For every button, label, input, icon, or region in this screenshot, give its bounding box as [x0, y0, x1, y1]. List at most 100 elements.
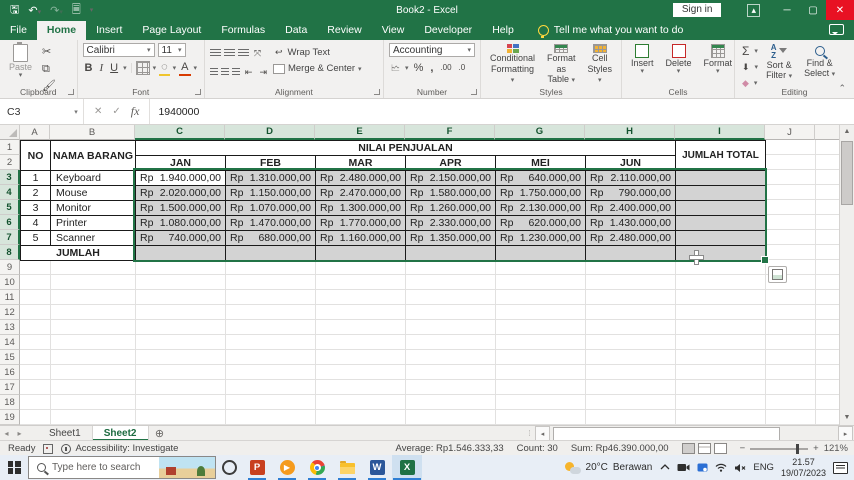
autosum-icon[interactable]: Σ	[740, 44, 751, 58]
sheet-tab-sheet1[interactable]: Sheet1	[38, 426, 93, 441]
cell-D4[interactable]: Rp 1.150.000,00	[226, 186, 316, 201]
macro-record-icon[interactable]	[43, 443, 54, 454]
column-header-C[interactable]: C	[135, 125, 225, 140]
font-dialog-launcher[interactable]	[194, 89, 201, 95]
alignment-dialog-launcher[interactable]	[374, 89, 380, 95]
cell-G7[interactable]: Rp 1.230.000,00	[496, 231, 586, 246]
cell-H3[interactable]: Rp 2.110.000,00	[586, 171, 676, 186]
header-nama-barang[interactable]: NAMA BARANG	[51, 141, 136, 171]
cell-F3[interactable]: Rp 2.150.000,00	[406, 171, 496, 186]
restore-button[interactable]: ▢	[800, 0, 826, 20]
sign-in-button[interactable]: Sign in	[672, 3, 722, 17]
row-header-12[interactable]: 12	[0, 305, 20, 320]
align-middle-icon[interactable]	[223, 49, 235, 57]
close-button[interactable]: ✕	[826, 0, 854, 20]
accounting-format-icon[interactable]: 🗠	[389, 61, 402, 75]
sheet-tab-sheet2[interactable]: Sheet2	[92, 426, 149, 441]
row-header-9[interactable]: 9	[0, 260, 20, 275]
row-header-5[interactable]: 5	[0, 200, 20, 215]
column-header-F[interactable]: F	[405, 125, 495, 140]
cell-F8[interactable]	[406, 246, 496, 261]
row-header-11[interactable]: 11	[0, 290, 20, 305]
horizontal-scroll-thumb[interactable]	[553, 427, 780, 441]
cell-A4[interactable]: 2	[21, 186, 51, 201]
cell-C6[interactable]: Rp 1.080.000,00	[136, 216, 226, 231]
cell-B7[interactable]: Scanner	[51, 231, 136, 246]
page-layout-view-icon[interactable]	[697, 443, 711, 454]
zoom-out-icon[interactable]: −	[740, 443, 746, 454]
font-name-select[interactable]: Calibri ▾	[82, 43, 155, 57]
cell-D6[interactable]: Rp 1.470.000,00	[226, 216, 316, 231]
ribbon-tab-formulas[interactable]: Formulas	[211, 21, 275, 40]
row-header-13[interactable]: 13	[0, 320, 20, 335]
redo-icon[interactable]: ↷▾	[50, 4, 63, 17]
increase-decimal-icon[interactable]: .00	[438, 61, 453, 75]
ribbon-tab-developer[interactable]: Developer	[414, 21, 482, 40]
column-header-H[interactable]: H	[585, 125, 675, 140]
underline-button[interactable]: U	[108, 61, 120, 75]
row-header-17[interactable]: 17	[0, 380, 20, 395]
zoom-in-icon[interactable]: +	[813, 443, 819, 454]
fill-icon[interactable]: ⬇	[740, 60, 752, 74]
paste-button[interactable]: Paste ▾	[5, 42, 36, 86]
taskbar-clock[interactable]: 21.57 19/07/2023	[781, 457, 826, 478]
cell-I6[interactable]	[676, 216, 766, 231]
insert-function-icon[interactable]: fx	[131, 104, 140, 119]
cell-jumlah-label[interactable]: JUMLAH	[21, 246, 136, 261]
save-icon[interactable]: 🖫	[10, 1, 19, 20]
header-nilai-penjualan[interactable]: NILAI PENJUALAN	[136, 141, 676, 156]
header-month-jan[interactable]: JAN	[136, 156, 226, 171]
taskbar-excel[interactable]: X	[392, 455, 422, 480]
cell-C7[interactable]: Rp 740.000,00	[136, 231, 226, 246]
next-sheet-icon[interactable]: ▸	[13, 426, 26, 441]
cell-F7[interactable]: Rp 1.350.000,00	[406, 231, 496, 246]
action-center-icon[interactable]	[833, 461, 848, 474]
cell-I3[interactable]	[676, 171, 766, 186]
cell-styles-button[interactable]: Cell Styles ▾	[584, 43, 617, 86]
find-select-button[interactable]: Find & Select ▾	[800, 43, 839, 86]
ribbon-tab-review[interactable]: Review	[317, 21, 371, 40]
header-no[interactable]: NO	[21, 141, 51, 171]
number-dialog-launcher[interactable]	[471, 89, 477, 95]
cell-G4[interactable]: Rp 1.750.000,00	[496, 186, 586, 201]
cell-B5[interactable]: Monitor	[51, 201, 136, 216]
share-comment-icon[interactable]	[829, 24, 844, 35]
cell-A6[interactable]: 4	[21, 216, 51, 231]
zoom-level[interactable]: 121%	[824, 443, 848, 454]
scroll-right-icon[interactable]: ▸	[838, 426, 853, 441]
select-all-corner[interactable]	[0, 125, 20, 140]
cell-B3[interactable]: Keyboard	[51, 171, 136, 186]
row-header-10[interactable]: 10	[0, 275, 20, 290]
cell-G6[interactable]: Rp 620.000,00	[496, 216, 586, 231]
percent-style-icon[interactable]: %	[412, 61, 426, 75]
taskbar-chrome[interactable]	[302, 455, 332, 480]
minimize-button[interactable]: ─	[774, 0, 800, 20]
cell-A3[interactable]: 1	[21, 171, 51, 186]
format-as-table-button[interactable]: Format as Table ▾	[543, 43, 580, 86]
zoom-slider[interactable]	[750, 443, 809, 454]
zoom-slider-handle[interactable]	[796, 443, 800, 454]
volume-muted-icon[interactable]	[734, 463, 746, 473]
horizontal-scrollbar[interactable]	[551, 427, 837, 441]
network-icon[interactable]	[715, 463, 727, 472]
language-indicator[interactable]: ENG	[753, 462, 774, 473]
row-header-19[interactable]: 19	[0, 410, 20, 425]
cell-I5[interactable]	[676, 201, 766, 216]
quick-analysis-button[interactable]	[768, 266, 787, 283]
cell-H4[interactable]: Rp 790.000,00	[586, 186, 676, 201]
ribbon-tab-page-layout[interactable]: Page Layout	[132, 21, 211, 40]
insert-cells-button[interactable]: Insert ▾	[627, 43, 658, 86]
font-color-icon[interactable]: A	[179, 60, 191, 76]
cell-I4[interactable]	[676, 186, 766, 201]
cell-E7[interactable]: Rp 1.160.000,00	[316, 231, 406, 246]
column-header-G[interactable]: G	[495, 125, 585, 140]
copy-icon[interactable]: ⧉	[40, 62, 58, 76]
cell-C8[interactable]	[136, 246, 226, 261]
screen-recorder-icon[interactable]	[677, 463, 690, 472]
row-header-1[interactable]: 1	[0, 140, 20, 155]
row-header-16[interactable]: 16	[0, 365, 20, 380]
page-break-view-icon[interactable]	[713, 443, 727, 454]
decrease-decimal-icon[interactable]: .0	[457, 61, 468, 75]
taskbar-file-explorer[interactable]	[332, 455, 362, 480]
align-left-icon[interactable]	[209, 68, 218, 76]
